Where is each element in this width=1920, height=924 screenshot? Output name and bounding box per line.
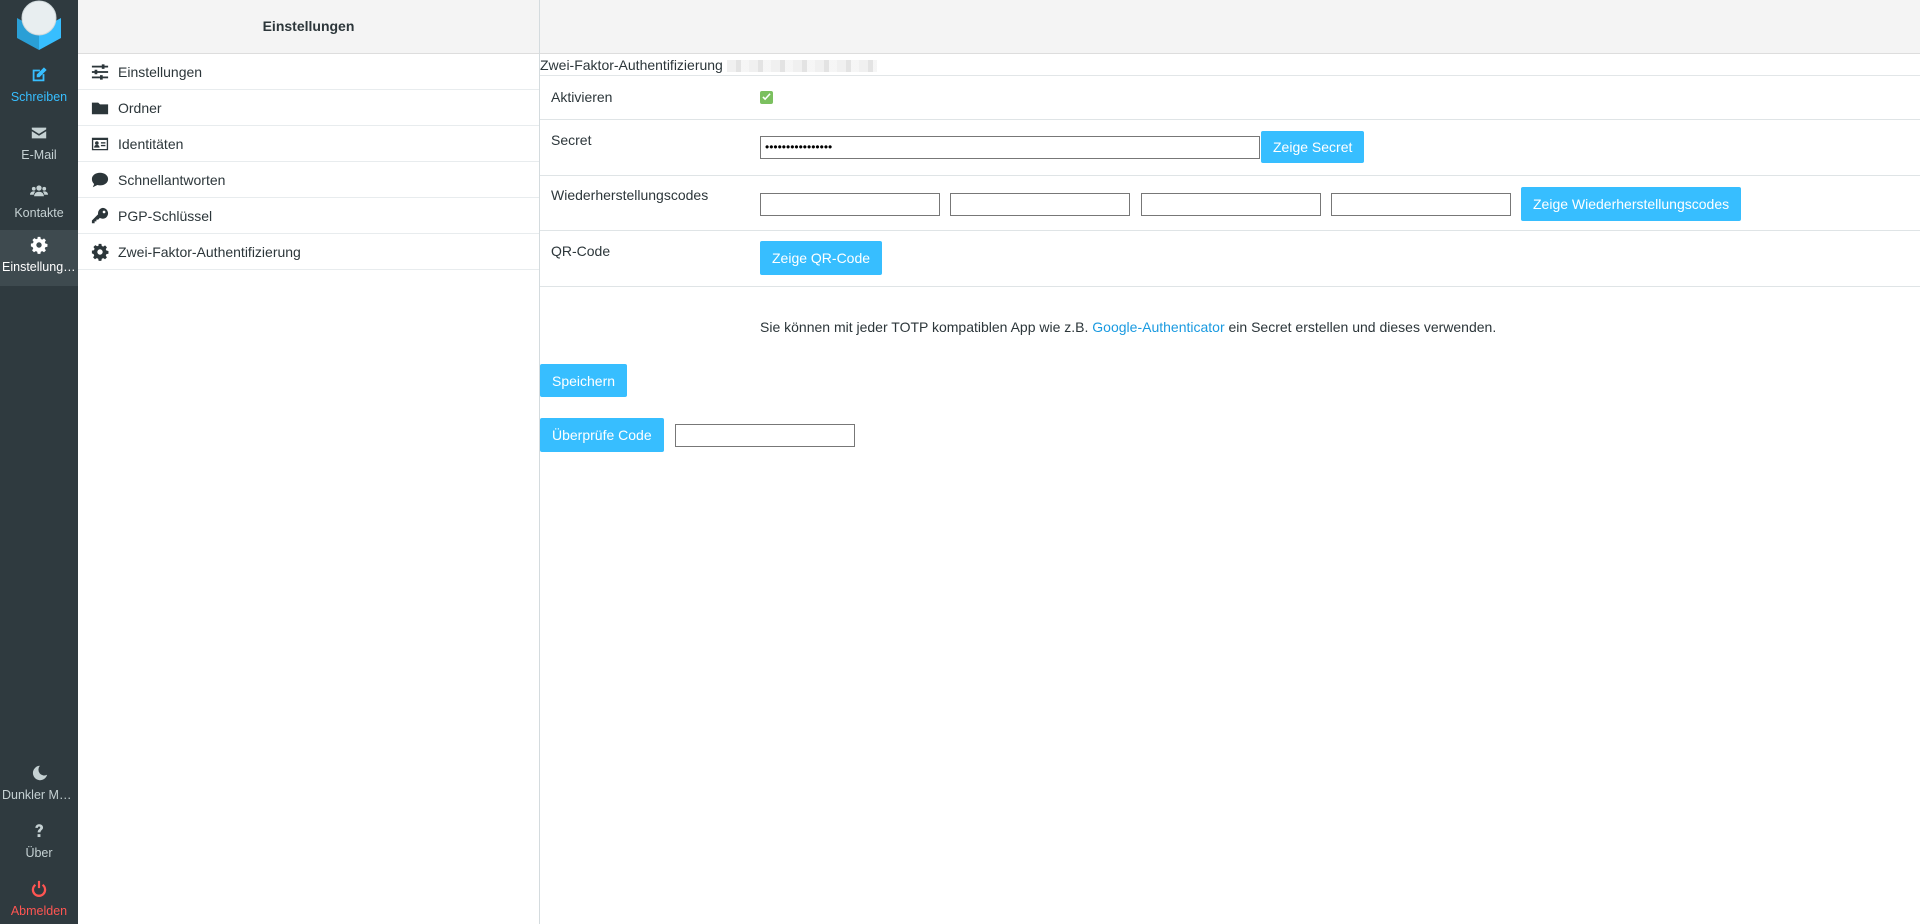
sidebar-item-two-factor[interactable]: Zwei-Faktor-Authentifizierung	[78, 234, 539, 270]
recovery-codes-row: Wiederherstellungscodes Zeige Wiederhers…	[540, 176, 1920, 231]
sidebar-item-responses[interactable]: Schnellantworten	[78, 162, 539, 198]
id-card-icon	[90, 134, 110, 154]
nav-compose[interactable]: Schreiben	[0, 60, 78, 116]
sidebar-item-label: PGP-Schlüssel	[118, 207, 213, 224]
secret-input[interactable]	[760, 135, 1260, 159]
nav-logout-label: Abmelden	[10, 904, 68, 918]
qr-code-field: Zeige QR-Code	[760, 241, 883, 275]
nav-about-label: Über	[25, 846, 53, 860]
content-area: Zwei-Faktor-Authentifizierung Aktivieren…	[540, 0, 1920, 924]
secret-field: Zeige Secret	[760, 131, 1365, 163]
main-navigation: Schreiben E-Mail Kontakte Einstellungen …	[0, 0, 78, 924]
redacted-text	[726, 60, 877, 73]
sidebar-item-pgp-keys[interactable]: PGP-Schlüssel	[78, 198, 539, 234]
recovery-codes-field: Zeige Wiederherstellungscodes	[760, 187, 1742, 221]
content-header	[540, 0, 1920, 54]
gear-icon	[0, 236, 78, 258]
sidebar-item-label: Identitäten	[118, 135, 184, 152]
nav-mail[interactable]: E-Mail	[0, 118, 78, 174]
nav-settings[interactable]: Einstellungen	[0, 230, 78, 286]
key-icon	[90, 206, 110, 226]
show-qr-code-button[interactable]: Zeige QR-Code	[760, 241, 883, 275]
show-secret-button[interactable]: Zeige Secret	[1261, 131, 1365, 163]
secret-row: Secret Zeige Secret	[540, 120, 1920, 176]
sidebar-title: Einstellungen	[78, 0, 539, 54]
verify-code-button[interactable]: Überprüfe Code	[540, 418, 664, 452]
google-authenticator-link[interactable]: Google-Authenticator	[1092, 319, 1224, 335]
info-text: Sie können mit jeder TOTP kompatiblen Ap…	[760, 319, 1496, 335]
section-title: Zwei-Faktor-Authentifizierung	[540, 56, 1920, 76]
nav-mail-label: E-Mail	[21, 148, 57, 162]
qr-code-label: QR-Code	[551, 243, 611, 259]
info-text-before: Sie können mit jeder TOTP kompatiblen Ap…	[760, 319, 1093, 335]
sidebar-item-identities[interactable]: Identitäten	[78, 126, 539, 162]
nav-dark-mode[interactable]: Dunkler Mo...	[0, 758, 78, 814]
moon-icon	[0, 764, 78, 786]
recovery-codes-label: Wiederherstellungscodes	[551, 187, 709, 203]
show-recovery-codes-button[interactable]: Zeige Wiederherstellungscodes	[1521, 187, 1742, 221]
nav-settings-label: Einstellungen	[2, 260, 78, 274]
nav-contacts[interactable]: Kontakte	[0, 176, 78, 232]
sidebar-item-settings[interactable]: Einstellungen	[78, 54, 539, 90]
recovery-code-input-3[interactable]	[1141, 192, 1321, 216]
activate-field	[760, 91, 773, 107]
nav-about[interactable]: Über	[0, 816, 78, 872]
activate-checkbox[interactable]	[760, 91, 773, 104]
checkmark-icon	[762, 93, 771, 101]
recovery-code-input-1[interactable]	[760, 192, 940, 216]
sidebar-item-label: Schnellantworten	[118, 171, 226, 188]
compose-icon	[0, 66, 78, 88]
envelope-icon	[0, 124, 78, 146]
sliders-icon	[90, 62, 110, 82]
secret-label: Secret	[551, 132, 592, 148]
activate-row: Aktivieren	[540, 77, 1920, 120]
users-icon	[0, 182, 78, 204]
sidebar-item-label: Ordner	[118, 99, 162, 116]
comment-icon	[90, 170, 110, 190]
settings-sidebar: Einstellungen Einstellungen Ordner Ident…	[78, 0, 540, 924]
recovery-code-input-4[interactable]	[1331, 192, 1511, 216]
gear-icon	[90, 242, 110, 262]
save-button[interactable]: Speichern	[540, 364, 628, 397]
verify-code-input[interactable]	[675, 424, 855, 447]
nav-contacts-label: Kontakte	[14, 206, 64, 220]
section-title-text: Zwei-Faktor-Authentifizierung	[540, 57, 723, 73]
sidebar-item-folders[interactable]: Ordner	[78, 90, 539, 126]
nav-compose-label: Schreiben	[10, 90, 68, 104]
folder-icon	[90, 98, 110, 118]
info-text-after: ein Secret erstellen und dieses verwende…	[1224, 319, 1497, 335]
power-icon	[0, 880, 78, 902]
question-icon	[0, 822, 78, 844]
recovery-code-input-2[interactable]	[950, 192, 1130, 216]
sidebar-item-label: Einstellungen	[118, 63, 203, 80]
sidebar-item-label: Zwei-Faktor-Authentifizierung	[118, 243, 301, 260]
nav-logout[interactable]: Abmelden	[0, 874, 78, 924]
roundcube-logo[interactable]	[11, 0, 67, 52]
qr-code-row: QR-Code Zeige QR-Code	[540, 231, 1920, 287]
nav-dark-mode-label: Dunkler Mo...	[2, 788, 77, 802]
activate-label: Aktivieren	[551, 89, 613, 105]
